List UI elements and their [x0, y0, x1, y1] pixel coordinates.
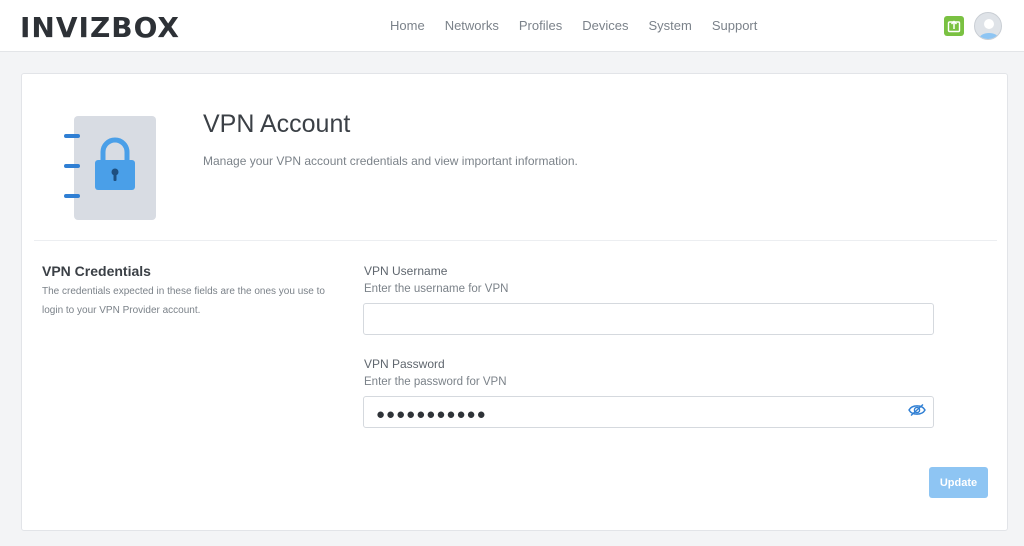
nav-devices[interactable]: Devices — [582, 18, 628, 33]
nav-networks[interactable]: Networks — [445, 18, 499, 33]
update-button[interactable]: Update — [929, 467, 988, 498]
nav-system[interactable]: System — [648, 18, 691, 33]
page-subtitle: Manage your VPN account credentials and … — [203, 154, 578, 168]
password-masked-value: ●●●●●●●●●●● — [376, 406, 487, 423]
credentials-description: The credentials expected in these fields… — [42, 286, 325, 316]
username-label: VPN Username — [364, 264, 448, 278]
nav-support[interactable]: Support — [712, 18, 758, 33]
nav-profiles[interactable]: Profiles — [519, 18, 562, 33]
password-label: VPN Password — [364, 357, 445, 371]
credentials-title: VPN Credentials — [42, 263, 151, 279]
notebook-lock-icon — [64, 116, 156, 220]
top-navbar: INVIZBOX Home Networks Profiles Devices … — [0, 0, 1024, 52]
main-nav: Home Networks Profiles Devices System Su… — [390, 18, 777, 33]
invizbox-logo[interactable]: INVIZBOX — [20, 11, 180, 44]
upgrade-icon — [947, 20, 961, 33]
password-hint: Enter the password for VPN — [364, 376, 507, 388]
user-avatar[interactable] — [974, 12, 1002, 40]
upgrade-button[interactable] — [944, 16, 964, 36]
user-avatar-icon — [979, 19, 999, 39]
vpn-account-card: VPN Account Manage your VPN account cred… — [21, 73, 1008, 531]
nav-home[interactable]: Home — [390, 18, 425, 33]
eye-slash-icon[interactable] — [908, 403, 926, 417]
username-hint: Enter the username for VPN — [364, 283, 509, 295]
vpn-username-input[interactable] — [363, 303, 934, 335]
section-divider — [34, 240, 997, 241]
page-title: VPN Account — [203, 110, 351, 138]
